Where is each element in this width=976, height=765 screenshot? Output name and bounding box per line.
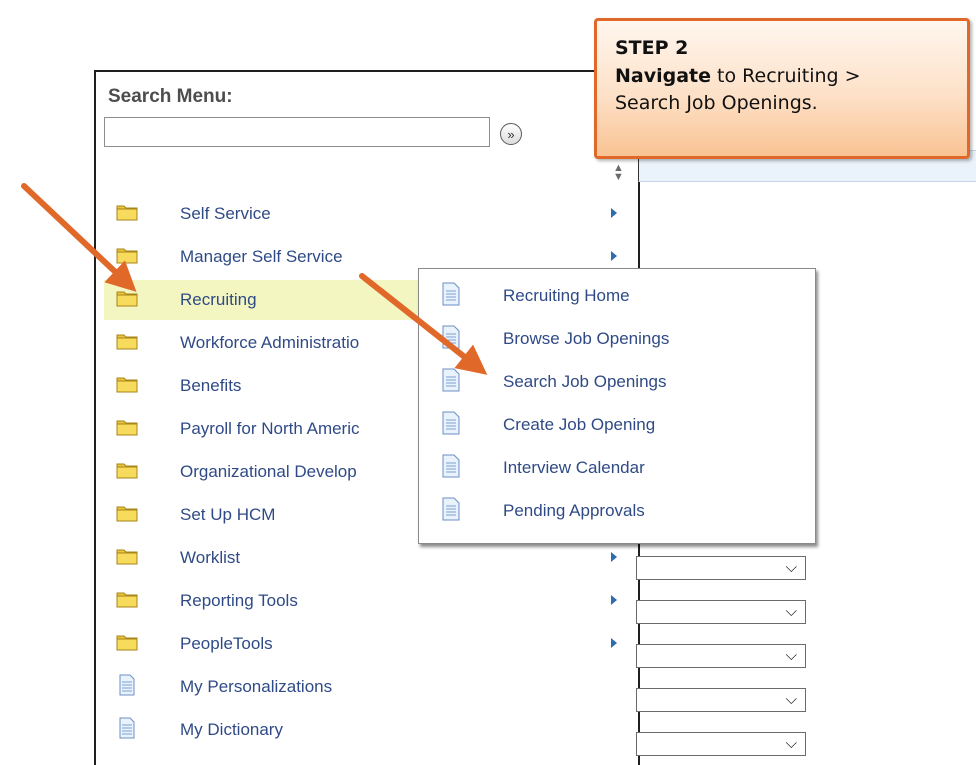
menu-item-label: My Personalizations [180,677,333,696]
submenu-item-label: Search Job Openings [503,372,667,391]
chevron-down-icon: ⌵ [785,735,797,752]
document-icon [119,717,135,739]
menu-item-label: Set Up HCM [180,505,276,524]
document-icon [442,411,460,435]
submenu-item-recruiting-home[interactable]: Recruiting Home [419,277,815,319]
submenu-item-label: Pending Approvals [503,501,645,520]
chevron-down-icon: ⌵ [785,647,797,664]
folder-icon [116,506,138,522]
search-go-button[interactable]: » [500,123,522,145]
menu-item-label: PeopleTools [180,634,273,653]
menu-item-label: Workforce Administratio [180,333,360,352]
document-icon [442,282,460,306]
submenu-arrow-icon [611,638,617,648]
callout-line1-text: to Recruiting > [711,65,861,87]
menu-item-label: Payroll for North Americ [180,419,360,438]
submenu-item-pending-approvals[interactable]: Pending Approvals [419,492,815,534]
submenu-item-label: Create Job Opening [503,415,656,434]
chevron-down-icon: ⌵ [785,691,797,708]
screen: Search Menu: » ▲ ▼ Self Service Manager S… [0,0,976,765]
submenu-item-search-job-openings[interactable]: Search Job Openings [419,363,815,405]
menu-item-label: Benefits [180,376,242,395]
dropdown-select[interactable]: ⌵ [636,732,806,756]
menu-item-label: Self Service [180,204,271,223]
menu-item-self-service[interactable]: Self Service [104,194,624,234]
document-icon [442,497,460,521]
menu-item-worklist[interactable]: Worklist [104,538,624,578]
submenu-arrow-icon [611,595,617,605]
folder-icon [116,248,138,264]
dropdown-select[interactable]: ⌵ [636,644,806,668]
callout-instruction-line2: Search Job Openings. [615,92,818,114]
folder-icon [116,549,138,565]
submenu-arrow-icon [611,251,617,261]
callout-bold-text: Navigate [615,65,712,87]
submenu-item-interview-calendar[interactable]: Interview Calendar [419,449,815,491]
document-icon [442,454,460,478]
submenu-item-label: Browse Job Openings [503,329,670,348]
folder-icon [116,205,138,221]
document-icon [442,325,460,349]
folder-icon [116,291,138,307]
dropdown-select[interactable]: ⌵ [636,688,806,712]
callout-instruction-line1: Navigate to Recruiting > [615,65,861,87]
dropdown-select[interactable]: ⌵ [636,556,806,580]
folder-icon [116,635,138,651]
search-menu-input[interactable] [104,117,490,147]
recruiting-submenu: Recruiting Home Browse Job Openings Sear… [418,268,816,544]
chevron-down-icon: ⌵ [785,559,797,576]
dropdown-select[interactable]: ⌵ [636,600,806,624]
chevron-down-icon: ⌵ [785,603,797,620]
document-icon [442,368,460,392]
menu-item-reporting-tools[interactable]: Reporting Tools [104,581,624,621]
sort-arrows-icon[interactable]: ▲ ▼ [613,163,624,183]
submenu-item-label: Interview Calendar [503,458,645,477]
submenu-arrow-icon [611,208,617,218]
menu-item-label: Manager Self Service [180,247,343,266]
menu-item-label: My Dictionary [180,720,283,739]
instruction-callout: STEP 2 Navigate to Recruiting > Search J… [594,18,970,159]
search-menu-title: Search Menu: [108,86,233,107]
folder-icon [116,592,138,608]
menu-item-my-dictionary[interactable]: My Dictionary [104,710,624,750]
menu-item-label: Recruiting [180,290,257,309]
menu-item-label: Reporting Tools [180,591,298,610]
folder-icon [116,420,138,436]
folder-icon [116,377,138,393]
menu-item-label: Worklist [180,548,241,567]
submenu-item-label: Recruiting Home [503,286,630,305]
menu-item-peopletools[interactable]: PeopleTools [104,624,624,664]
submenu-item-create-job-opening[interactable]: Create Job Opening [419,406,815,448]
document-icon [119,674,135,696]
folder-icon [116,334,138,350]
menu-item-label: Organizational Develop [180,462,357,481]
submenu-item-browse-job-openings[interactable]: Browse Job Openings [419,320,815,362]
callout-step-label: STEP 2 [615,37,689,59]
folder-icon [116,463,138,479]
menu-item-my-personalizations[interactable]: My Personalizations [104,667,624,707]
submenu-arrow-icon [611,552,617,562]
